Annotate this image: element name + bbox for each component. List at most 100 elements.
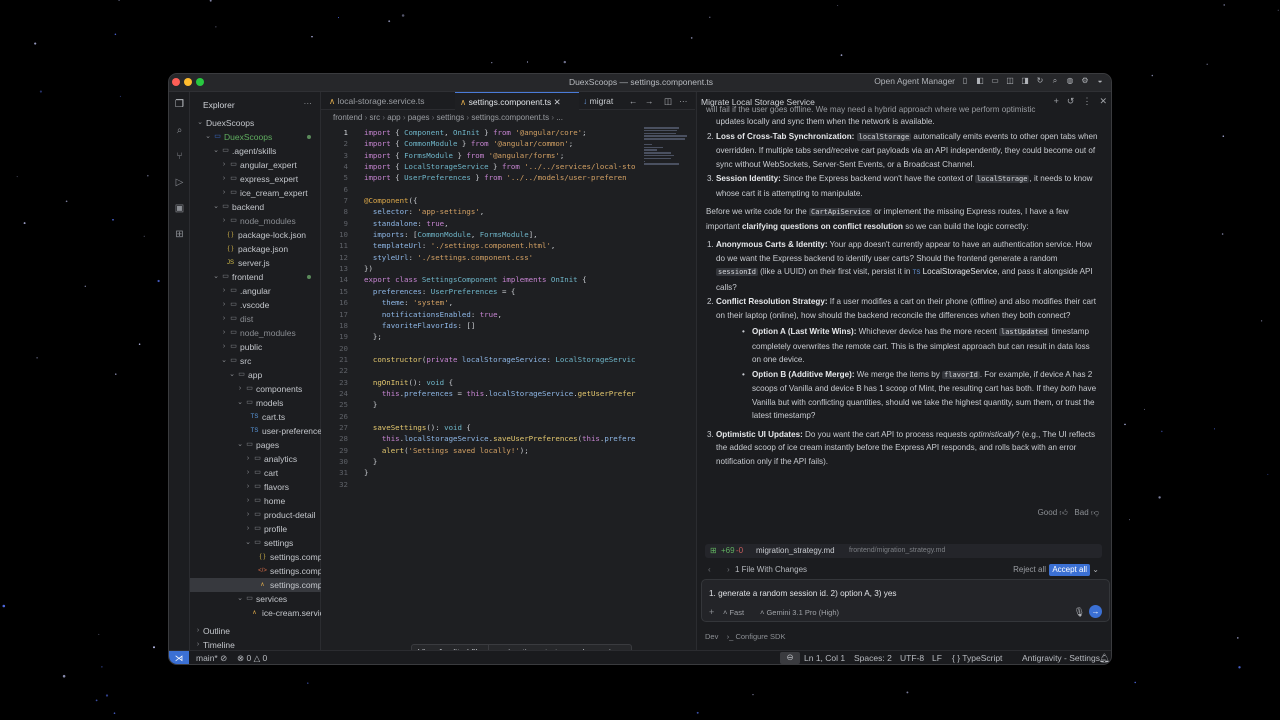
file-item[interactable]: ∧ ice-cream.servic... — [190, 606, 321, 620]
folder-item[interactable]: › ▭ node_modules — [190, 326, 321, 340]
branch-indicator[interactable]: main* ⊘ — [196, 653, 227, 664]
close-panel-icon[interactable]: ✕ — [1099, 96, 1107, 107]
code-line[interactable]: 7 @Component({ — [321, 195, 695, 206]
reject-all-button[interactable]: Reject all — [1013, 563, 1046, 577]
folder-item[interactable]: ⌄ ▭ pages — [190, 438, 321, 452]
folder-item[interactable]: › ▭ node_modules — [190, 214, 321, 228]
folder-item[interactable]: ⌄ ▭ .agent/skills — [190, 144, 321, 158]
code-line[interactable]: 28 this.localStorageService.saveUserPref… — [321, 433, 695, 444]
folder-item[interactable]: ⌄ ▭ backend — [190, 200, 321, 214]
folder-item[interactable]: › ▭ .vscode — [190, 298, 321, 312]
code-line[interactable]: 14 export class SettingsComponent impleme… — [321, 274, 695, 285]
code-line[interactable]: 18 favoriteFlavorIds: [] — [321, 320, 695, 331]
microphone-icon[interactable]: 🎙︎ — [1074, 607, 1085, 618]
product-label[interactable]: Antigravity - Settings — [1022, 653, 1100, 663]
code-line[interactable]: 22 — [321, 365, 695, 376]
breadcrumb-item[interactable]: settings — [437, 113, 465, 122]
breadcrumb-item[interactable]: frontend — [333, 113, 362, 122]
tab-local-storage-service[interactable]: ∧ local-storage.service.ts — [329, 92, 453, 110]
code-line[interactable]: 32 — [321, 479, 695, 490]
minimap[interactable] — [644, 127, 688, 167]
indentation[interactable]: Spaces: 2 — [854, 653, 892, 663]
code-line[interactable]: 24 this.preferences = this.localStorageS… — [321, 388, 695, 399]
model-selector[interactable]: ˄ Gemini 3.1 Pro (High) — [760, 608, 839, 617]
file-item[interactable]: ∧ settings.compo... — [190, 578, 321, 592]
breadcrumb-item[interactable]: ... — [556, 113, 563, 122]
file-item[interactable]: { } settings.compo... — [190, 550, 321, 564]
close-tab-icon[interactable]: ✕ — [554, 97, 561, 107]
split-editor-icon[interactable]: ◧ — [975, 76, 985, 86]
remote-explorer-icon[interactable]: ▣ — [173, 202, 186, 215]
chevron-down-icon[interactable]: ⌄ — [212, 270, 220, 284]
chevron-right-icon[interactable]: › — [244, 480, 252, 494]
breadcrumb-item[interactable]: settings.component.ts — [471, 113, 549, 122]
more-icon[interactable]: ··· — [679, 92, 688, 110]
code-line[interactable]: 4 import { LocalStorageService } from '..… — [321, 161, 695, 172]
file-item[interactable]: TSuser-preference... — [190, 424, 321, 438]
more-actions-icon[interactable]: ··· — [304, 98, 313, 108]
folder-item[interactable]: › ▭ .angular — [190, 284, 321, 298]
code-line[interactable]: 1 import { Component, OnInit } from '@ang… — [321, 127, 695, 138]
remote-indicator-icon[interactable]: ⋊ — [169, 651, 189, 664]
forward-arrow-icon[interactable]: → — [645, 92, 654, 110]
bad-feedback-button[interactable]: Bad 👎︎ — [1074, 508, 1099, 517]
code-line[interactable]: 29 alert('Settings saved locally!'); — [321, 445, 695, 456]
code-line[interactable]: 11 templateUrl: './settings.component.ht… — [321, 240, 695, 251]
run-debug-icon[interactable]: ▷ — [173, 176, 186, 189]
chevron-right-icon[interactable]: › — [220, 298, 228, 312]
code-line[interactable]: 27 saveSettings(): void { — [321, 422, 695, 433]
code-line[interactable]: 19 }; — [321, 331, 695, 342]
code-line[interactable]: 6 — [321, 184, 695, 195]
chevron-right-icon[interactable]: › — [220, 340, 228, 354]
chevron-down-icon[interactable]: ⌄ — [228, 368, 236, 382]
chevron-down-icon[interactable]: ⌄ — [204, 130, 212, 144]
chat-input[interactable]: 1. generate a random session id. 2) opti… — [709, 589, 897, 598]
chevron-right-icon[interactable]: › — [244, 508, 252, 522]
chevron-down-icon[interactable]: ⌄ — [212, 200, 220, 214]
folder-item[interactable]: ⌄ DuexScoops — [190, 116, 321, 130]
chevron-right-icon[interactable]: › — [244, 466, 252, 480]
accept-all-button[interactable]: Accept all — [1049, 564, 1090, 576]
cursor-position[interactable]: Ln 1, Col 1 — [804, 653, 845, 663]
settings-gear-icon[interactable]: ⚙ — [1080, 76, 1090, 86]
chevron-right-icon[interactable]: › — [220, 312, 228, 326]
code-line[interactable]: 12 styleUrl: './settings.component.css' — [321, 252, 695, 263]
zoom-icon[interactable]: ⊖ — [780, 652, 800, 664]
split-editor-icon[interactable]: ◫ — [664, 92, 672, 110]
panel-toggle-icon[interactable]: ▭ — [990, 76, 1000, 86]
code-line[interactable]: 5 import { UserPreferences } from '../../… — [321, 172, 695, 183]
account-icon[interactable]: ◍ — [1065, 76, 1075, 86]
code-line[interactable]: 20 — [321, 343, 695, 354]
chevron-right-icon[interactable]: › — [220, 158, 228, 172]
chevron-right-icon[interactable]: › — [220, 326, 228, 340]
layout-icon[interactable]: ◫ — [1005, 76, 1015, 86]
tab-settings-component[interactable]: ∧ settings.component.ts ✕ — [455, 92, 579, 110]
chevron-right-icon[interactable]: › — [244, 522, 252, 536]
tab-migration-strategy[interactable]: ↓ migrat — [583, 92, 623, 110]
folder-item[interactable]: ⌄ ▭ services — [190, 592, 321, 606]
folder-item[interactable]: ⌄ ▭ settings — [190, 536, 321, 550]
chevron-right-icon[interactable]: › — [220, 284, 228, 298]
file-item[interactable]: { } package.json — [190, 242, 321, 256]
code-line[interactable]: 30 } — [321, 456, 695, 467]
send-icon[interactable]: → — [1089, 605, 1102, 618]
changed-file-row[interactable]: ⊞ +69 -0 migration_strategy.md frontend/… — [705, 544, 1102, 558]
chevron-left-icon[interactable]: ‹ — [708, 563, 711, 577]
code-line[interactable]: 31} — [321, 467, 695, 478]
breadcrumb-item[interactable]: pages — [408, 113, 430, 122]
code-line[interactable]: 9 standalone: true, — [321, 218, 695, 229]
good-feedback-button[interactable]: Good 👍︎ — [1038, 508, 1068, 517]
breadcrumb[interactable]: frontend › src › app › pages › settings … — [333, 113, 563, 122]
encoding[interactable]: UTF-8 — [900, 653, 924, 663]
file-item[interactable]: </>settings.compo... — [190, 564, 321, 578]
open-agent-manager-button[interactable]: Open Agent Manager — [874, 76, 955, 86]
file-item[interactable]: TS cart.ts — [190, 410, 321, 424]
add-context-icon[interactable]: + — [709, 607, 714, 617]
code-line[interactable]: 26 — [321, 411, 695, 422]
folder-item[interactable]: › ▭ ice_cream_expert — [190, 186, 321, 200]
folder-item[interactable]: › ▭ components — [190, 382, 321, 396]
folder-item[interactable]: ⌄ ▭ DuexScoops — [190, 130, 321, 144]
folder-item[interactable]: › ▭ product-detail — [190, 508, 321, 522]
folder-item[interactable]: › ▭ profile — [190, 522, 321, 536]
chevron-down-icon[interactable]: ⌄ — [220, 354, 228, 368]
